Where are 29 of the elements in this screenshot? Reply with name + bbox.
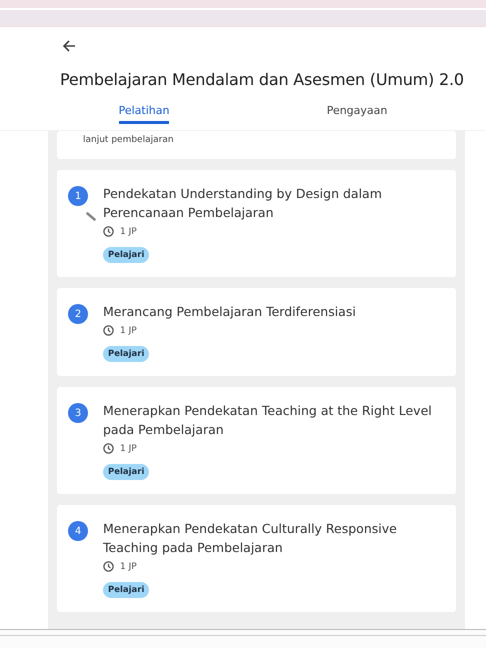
duration: 1 JP — [120, 226, 137, 236]
module-card[interactable]: 2 Merancang Pembelajaran Terdiferensiasi 1 JP Pelajari — [57, 288, 456, 376]
module-title: Menerapkan Pendekatan Teaching at the Right Level pada Pembelajaran — [103, 402, 433, 439]
module-title: Pendekatan Understanding by Design dalam Perencanaan Pembelajaran — [103, 185, 383, 222]
duration: 1 JP — [120, 326, 137, 336]
learn-button[interactable]: Pelajari — [103, 464, 150, 480]
module-card[interactable]: 1 Pendekatan Understanding by Design dalam Perencanaan Pembelajaran 1 JP Pelajari — [57, 170, 456, 277]
learn-button[interactable]: Pelajari — [103, 247, 150, 263]
clock-icon — [103, 561, 114, 572]
learn-button[interactable]: Pelajari — [103, 346, 150, 362]
clock-icon — [103, 226, 114, 237]
module-title: Menerapkan Pendekatan Culturally Responsive Teaching pada Pembelajaran — [103, 520, 398, 557]
clock-icon — [103, 443, 114, 454]
module-title: Merancang Pembelajaran Terdiferensiasi — [103, 303, 357, 321]
module-card[interactable]: 4 Menerapkan Pendekatan Culturally Responsive Teaching pada Pembelajaran 1 JP Pelajari — [57, 505, 456, 612]
module-card[interactable]: 3 Menerapkan Pendekatan Teaching at the Right Level pada Pembelajaran 1 JP Pelajari — [57, 387, 456, 494]
step-number: 3 — [68, 403, 88, 423]
tab[interactable]: Pengayaan — [326, 105, 388, 124]
page-title: Pembelajaran Mendalam dan Asesmen (Umum) 2.0 — [60, 70, 465, 89]
duration: 1 JP — [120, 562, 137, 572]
step-number: 1 — [68, 186, 88, 206]
step-number: 4 — [68, 521, 88, 541]
duration: 1 JP — [120, 444, 137, 454]
step-number: 2 — [68, 304, 88, 324]
tab[interactable]: Pelatihan — [118, 105, 170, 124]
card-text: lanjut pembelajaran — [83, 134, 175, 147]
clock-icon — [103, 325, 114, 336]
back-icon[interactable] — [62, 39, 76, 53]
learn-button[interactable]: Pelajari — [103, 582, 150, 598]
